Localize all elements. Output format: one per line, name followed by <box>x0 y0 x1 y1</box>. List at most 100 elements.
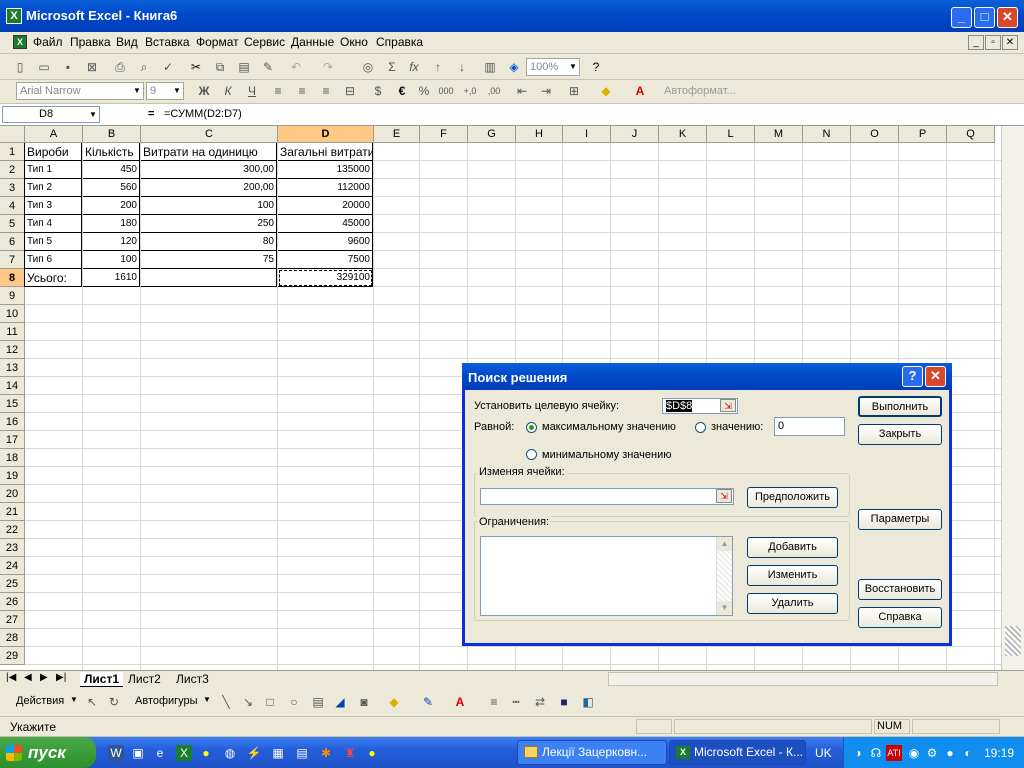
select-objects-icon[interactable]: ↖ <box>84 694 100 710</box>
menu-window[interactable]: Окно <box>340 35 368 49</box>
menu-format[interactable]: Формат <box>196 35 239 49</box>
rotate-icon[interactable]: ↻ <box>106 694 122 710</box>
row-header[interactable]: 4 <box>0 197 25 215</box>
row-header[interactable]: 28 <box>0 629 25 647</box>
row-header[interactable]: 26 <box>0 593 25 611</box>
column-header[interactable]: P <box>899 126 947 143</box>
rectangle-icon[interactable]: □ <box>262 694 278 710</box>
chart-wizard-icon[interactable]: ▥ <box>482 59 498 75</box>
app-icon[interactable]: ♜ <box>342 745 358 761</box>
autoshapes-menu[interactable]: Автофигуры <box>135 695 198 707</box>
italic-icon[interactable]: К <box>220 83 236 99</box>
tab-sheet1[interactable]: Лист1 <box>80 672 124 687</box>
horizontal-scrollbar[interactable] <box>608 672 998 686</box>
column-header[interactable]: L <box>707 126 755 143</box>
dialog-close-button[interactable]: ✕ <box>925 366 946 387</box>
cell[interactable]: Усього: <box>25 269 82 287</box>
constraints-list[interactable]: ▲ ▼ <box>480 536 733 616</box>
cell[interactable]: 450 <box>83 161 140 179</box>
sort-desc-icon[interactable]: ↓ <box>454 59 470 75</box>
textbox-icon[interactable]: ▤ <box>310 694 326 710</box>
tray-icon[interactable]: ◐ <box>960 745 976 761</box>
column-header[interactable]: O <box>851 126 899 143</box>
fill-color-icon[interactable]: ◆ <box>386 694 402 710</box>
increase-decimal-icon[interactable]: +,0 <box>462 83 478 99</box>
row-header[interactable]: 21 <box>0 503 25 521</box>
app-icon[interactable]: ◍ <box>222 745 238 761</box>
cell[interactable]: Кількість <box>83 143 140 161</box>
column-header[interactable]: B <box>83 126 141 143</box>
column-header[interactable]: E <box>374 126 420 143</box>
cell[interactable]: 329100 <box>278 269 373 287</box>
menu-help[interactable]: Справка <box>376 35 423 49</box>
dialog-help-button[interactable]: ? <box>902 366 923 387</box>
line-icon[interactable]: ╲ <box>218 694 234 710</box>
last-sheet-icon[interactable]: ▶| <box>56 672 66 683</box>
cell[interactable]: 45000 <box>278 215 373 233</box>
cell[interactable]: 200,00 <box>141 179 277 197</box>
delete-button[interactable]: Удалить <box>747 593 838 614</box>
font-color-icon[interactable]: A <box>452 694 468 710</box>
tray-icon[interactable]: ⚙ <box>924 745 940 761</box>
run-button[interactable]: Выполнить <box>858 396 942 417</box>
bold-icon[interactable]: Ж <box>196 83 212 99</box>
row-header[interactable]: 8 <box>0 269 25 287</box>
row-header[interactable]: 12 <box>0 341 25 359</box>
borders-icon[interactable]: ⊞ <box>566 83 582 99</box>
cell[interactable]: 200 <box>83 197 140 215</box>
cell[interactable]: 135000 <box>278 161 373 179</box>
row-header[interactable]: 25 <box>0 575 25 593</box>
print-preview-icon[interactable]: ⌕ <box>136 59 152 75</box>
decrease-decimal-icon[interactable]: ,00 <box>486 83 502 99</box>
row-header[interactable]: 18 <box>0 449 25 467</box>
column-header[interactable]: C <box>141 126 278 143</box>
constraints-scrollbar[interactable]: ▲ ▼ <box>716 537 732 615</box>
cell[interactable]: 112000 <box>278 179 373 197</box>
cell[interactable]: 9600 <box>278 233 373 251</box>
cell[interactable]: Тип 3 <box>25 197 82 215</box>
cut-icon[interactable]: ✂ <box>188 59 204 75</box>
row-header[interactable]: 2 <box>0 161 25 179</box>
cell[interactable]: 180 <box>83 215 140 233</box>
reset-button[interactable]: Восстановить <box>858 579 942 600</box>
vertical-scrollbar[interactable] <box>1001 126 1024 670</box>
change-button[interactable]: Изменить <box>747 565 838 586</box>
name-box[interactable]: D8 ▼ <box>2 106 100 123</box>
cell[interactable]: Вироби <box>25 143 82 161</box>
row-header[interactable]: 9 <box>0 287 25 305</box>
font-size-select[interactable]: 9 ▼ <box>146 82 184 100</box>
tray-icon[interactable]: ◉ <box>906 745 922 761</box>
cell[interactable]: 100 <box>141 197 277 215</box>
media-icon[interactable]: ● <box>198 745 214 761</box>
column-header[interactable]: Q <box>947 126 995 143</box>
arrow-style-icon[interactable]: ⇄ <box>532 694 548 710</box>
split-handle[interactable] <box>1005 626 1021 656</box>
line-color-icon[interactable]: ✎ <box>420 694 436 710</box>
app-icon[interactable]: ▤ <box>294 745 310 761</box>
close-button[interactable]: Закрыть <box>858 424 942 445</box>
select-all-corner[interactable] <box>0 126 25 143</box>
close-button[interactable]: ✕ <box>997 7 1018 28</box>
tray-icon[interactable]: ◑ <box>850 745 866 761</box>
changing-cells-input[interactable]: ⇲ <box>480 488 734 505</box>
row-header[interactable]: 7 <box>0 251 25 269</box>
row-header[interactable]: 20 <box>0 485 25 503</box>
first-sheet-icon[interactable]: |◀ <box>6 672 16 683</box>
row-header[interactable]: 22 <box>0 521 25 539</box>
cell[interactable]: 560 <box>83 179 140 197</box>
undo-icon[interactable]: ↶ <box>288 59 304 75</box>
excel-icon[interactable]: X <box>176 745 192 761</box>
tab-sheet3[interactable]: Лист3 <box>176 672 209 686</box>
hyperlink-icon[interactable]: ◎ <box>360 59 376 75</box>
font-color-icon[interactable]: A <box>632 83 648 99</box>
cell[interactable]: 250 <box>141 215 277 233</box>
cell[interactable]: 7500 <box>278 251 373 269</box>
add-button[interactable]: Добавить <box>747 537 838 558</box>
collapse-dialog-icon[interactable]: ⇲ <box>720 399 736 412</box>
minimize-button[interactable]: _ <box>951 7 972 28</box>
redo-icon[interactable]: ↷ <box>320 59 336 75</box>
cell[interactable]: 80 <box>141 233 277 251</box>
thousands-icon[interactable]: 000 <box>438 83 454 99</box>
row-header[interactable]: 1 <box>0 143 25 161</box>
value-radio[interactable] <box>695 422 706 433</box>
